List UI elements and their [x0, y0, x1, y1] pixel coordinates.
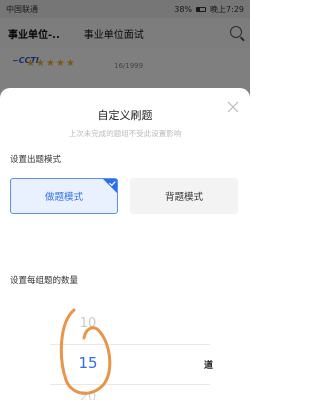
picker-unit-label: 道	[204, 361, 214, 371]
picker-divider-bottom	[50, 384, 210, 385]
memorize-mode-button[interactable]: 背题模式	[130, 178, 238, 214]
mode-section-label: 设置出题模式	[10, 155, 62, 165]
dialog-subtitle: 上次未完成的题组不受此设置影响	[68, 129, 182, 138]
picker-option-selected[interactable]: 15	[0, 354, 176, 372]
check-icon	[103, 179, 117, 193]
count-section-label: 设置每组题的数量	[10, 276, 79, 286]
practice-mode-button[interactable]: 做题模式	[10, 178, 118, 214]
practice-mode-label: 做题模式	[44, 192, 83, 203]
dialog-title: 自定义刷题	[97, 109, 153, 122]
close-icon[interactable]	[226, 100, 240, 114]
custom-practice-dialog: 自定义刷题 上次未完成的题组不受此设置影响 设置出题模式 做题模式 背题模式 设…	[0, 88, 250, 400]
picker-option-prev[interactable]: 10	[0, 316, 176, 331]
question-count-picker[interactable]: 10 15 20 道	[0, 304, 250, 400]
picker-divider-top	[50, 344, 210, 345]
memorize-mode-label: 背题模式	[164, 192, 203, 203]
picker-option-next[interactable]: 20	[0, 390, 176, 400]
